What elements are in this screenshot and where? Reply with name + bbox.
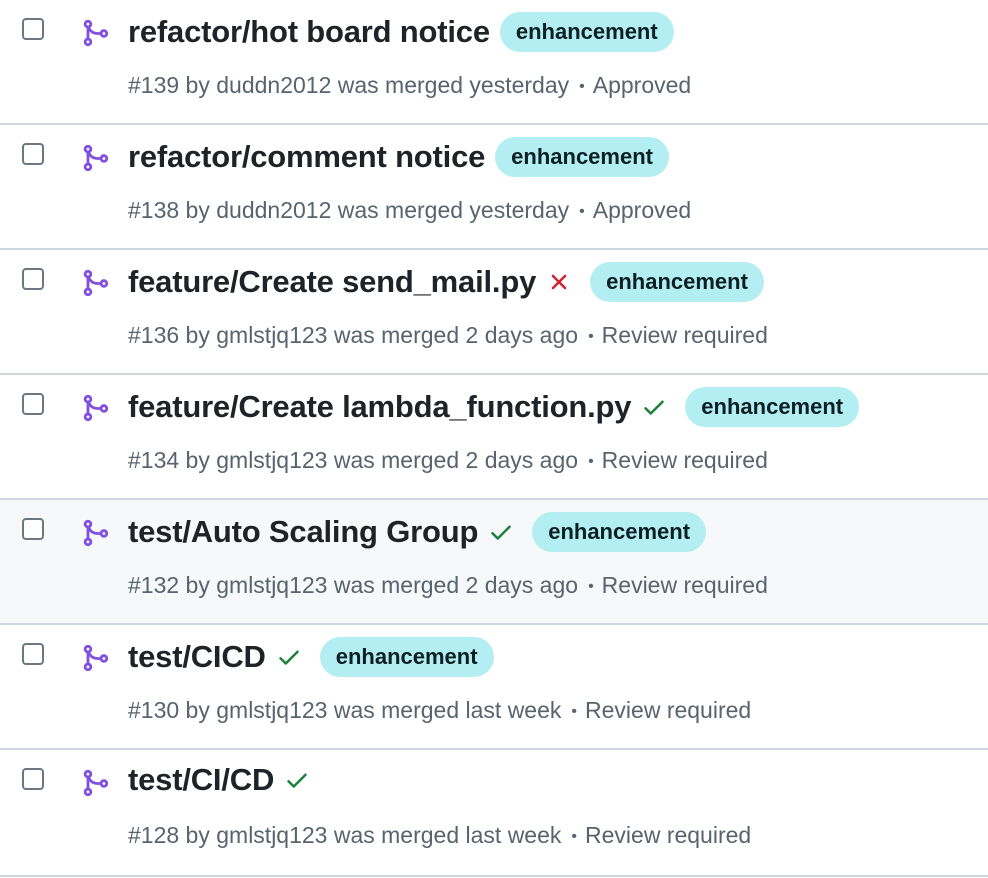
separator-dot: •: [588, 328, 594, 345]
select-checkbox[interactable]: [22, 268, 44, 290]
separator-dot: •: [588, 578, 594, 595]
pull-request-title[interactable]: test/CI/CD: [128, 762, 274, 798]
review-status[interactable]: Review required: [585, 822, 751, 848]
pull-request-title[interactable]: refactor/comment notice: [128, 139, 485, 175]
select-checkbox[interactable]: [22, 768, 44, 790]
git-merge-icon: [83, 644, 109, 672]
review-status[interactable]: Approved: [593, 197, 691, 223]
title-line: test/CI/CD: [128, 762, 310, 798]
meta-text: #139 by duddn2012 was merged yesterday: [128, 72, 570, 98]
label-badge[interactable]: enhancement: [319, 637, 494, 677]
git-merge-icon: [83, 394, 109, 422]
git-merge-icon: [83, 19, 109, 47]
review-status[interactable]: Review required: [585, 697, 751, 723]
title-line: refactor/hot board notice enhancement: [128, 12, 674, 52]
pull-request-row: feature/Create send_mail.py enhancement …: [0, 250, 988, 375]
select-checkbox[interactable]: [22, 143, 44, 165]
separator-dot: •: [571, 828, 578, 845]
review-status[interactable]: Review required: [602, 322, 768, 348]
git-merge-icon: [83, 769, 109, 797]
pull-request-row: feature/Create lambda_function.py enhanc…: [0, 375, 988, 500]
git-merge-icon: [83, 269, 109, 297]
review-status[interactable]: Review required: [602, 447, 768, 473]
label-badge[interactable]: enhancement: [499, 12, 674, 52]
separator-dot: •: [571, 703, 578, 720]
pull-request-meta: #136 by gmlstjq123 was merged 2 days ago…: [128, 322, 768, 349]
select-checkbox[interactable]: [22, 393, 44, 415]
title-line: refactor/comment notice enhancement: [128, 137, 669, 177]
pull-request-row: test/CI/CD #128 by gmlstjq123 was merged…: [0, 750, 988, 877]
title-line: feature/Create send_mail.py enhancement: [128, 262, 764, 302]
review-status[interactable]: Approved: [593, 72, 691, 98]
git-merge-icon: [83, 519, 109, 547]
git-merge-icon: [83, 144, 109, 172]
pull-request-meta: #134 by gmlstjq123 was merged 2 days ago…: [128, 447, 768, 474]
pull-request-meta: #138 by duddn2012 was merged yesterday • A…: [128, 197, 691, 224]
meta-text: #136 by gmlstjq123 was merged 2 days ago: [128, 322, 579, 348]
label-badge[interactable]: enhancement: [532, 512, 707, 552]
separator-dot: •: [579, 78, 585, 95]
pull-request-meta: #132 by gmlstjq123 was merged 2 days ago…: [128, 572, 768, 599]
pull-request-list: refactor/hot board notice enhancement #1…: [0, 0, 988, 877]
pull-request-meta: #128 by gmlstjq123 was merged last week •…: [128, 822, 751, 849]
pull-request-row: test/CICD enhancement #130 by gmlstjq123…: [0, 625, 988, 750]
title-line: test/Auto Scaling Group enhancement: [128, 512, 707, 552]
select-checkbox[interactable]: [22, 518, 44, 540]
review-status[interactable]: Review required: [602, 572, 768, 598]
pull-request-meta: #130 by gmlstjq123 was merged last week •…: [128, 697, 751, 724]
separator-dot: •: [579, 203, 585, 220]
pull-request-title[interactable]: feature/Create lambda_function.py: [128, 389, 631, 425]
pull-request-row: refactor/hot board notice enhancement #1…: [0, 0, 988, 125]
pull-request-meta: #139 by duddn2012 was merged yesterday • A…: [128, 72, 691, 99]
title-line: test/CICD enhancement: [128, 637, 494, 677]
label-badge[interactable]: enhancement: [495, 137, 669, 177]
select-checkbox[interactable]: [22, 643, 44, 665]
check-icon[interactable]: [284, 767, 310, 793]
select-checkbox[interactable]: [22, 18, 44, 40]
title-line: feature/Create lambda_function.py enhanc…: [128, 387, 860, 427]
pull-request-row: refactor/comment notice enhancement #138…: [0, 125, 988, 250]
meta-text: #138 by duddn2012 was merged yesterday: [128, 197, 570, 223]
meta-text: #132 by gmlstjq123 was merged 2 days ago: [128, 572, 579, 598]
pull-request-row: test/Auto Scaling Group enhancement #132…: [0, 500, 988, 625]
check-icon[interactable]: [641, 394, 667, 420]
pull-request-title[interactable]: test/CICD: [128, 639, 266, 675]
pull-request-title[interactable]: feature/Create send_mail.py: [128, 264, 536, 300]
pull-request-title[interactable]: test/Auto Scaling Group: [128, 514, 478, 550]
check-icon[interactable]: [276, 644, 302, 670]
label-badge[interactable]: enhancement: [590, 262, 764, 302]
separator-dot: •: [588, 453, 594, 470]
x-icon[interactable]: [546, 269, 572, 295]
meta-text: #128 by gmlstjq123 was merged last week: [128, 822, 562, 848]
meta-text: #130 by gmlstjq123 was merged last week: [128, 697, 562, 723]
pull-request-title[interactable]: refactor/hot board notice: [128, 14, 490, 50]
label-badge[interactable]: enhancement: [685, 387, 860, 427]
meta-text: #134 by gmlstjq123 was merged 2 days ago: [128, 447, 579, 473]
check-icon[interactable]: [488, 519, 514, 545]
